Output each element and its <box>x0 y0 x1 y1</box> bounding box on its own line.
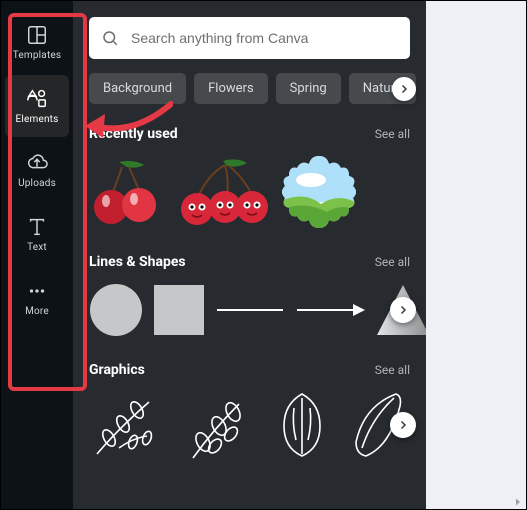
templates-icon <box>26 24 48 46</box>
graphic-leaf[interactable] <box>269 388 335 462</box>
shapes-scroll-right[interactable] <box>390 297 416 323</box>
graphics-row <box>89 388 410 462</box>
leaf-icon <box>270 388 334 462</box>
chip-background[interactable]: Background <box>89 73 186 104</box>
square-icon <box>153 284 205 336</box>
section-title: Graphics <box>89 362 145 378</box>
rail-item-uploads[interactable]: Uploads <box>5 139 69 201</box>
graphic-branch-2[interactable] <box>179 388 259 462</box>
elements-icon <box>26 88 48 110</box>
left-rail: Templates Elements Uploads Text More <box>1 1 73 509</box>
graphic-branch-1[interactable] <box>89 388 169 462</box>
shape-circle[interactable] <box>89 280 143 340</box>
rail-item-elements[interactable]: Elements <box>5 75 69 137</box>
line-icon <box>215 300 285 320</box>
rail-item-text[interactable]: Text <box>5 203 69 265</box>
rail-item-more[interactable]: More <box>5 267 69 329</box>
text-icon <box>26 216 48 238</box>
cherries-faces-icon <box>177 157 269 227</box>
element-cherries-pair[interactable] <box>89 157 167 227</box>
branch-icon <box>89 388 169 462</box>
uploads-icon <box>26 152 48 174</box>
shape-arrow-line[interactable] <box>295 280 365 340</box>
see-all-graphics[interactable]: See all <box>375 363 410 377</box>
see-all-shapes[interactable]: See all <box>375 255 410 269</box>
chip-flowers[interactable]: Flowers <box>194 73 268 104</box>
arrow-line-icon <box>295 300 365 320</box>
rail-label: Text <box>27 242 47 253</box>
section-graphics: Graphics See all <box>89 362 410 462</box>
rail-label: Elements <box>15 114 58 125</box>
shapes-row <box>89 280 410 340</box>
chevron-right-icon <box>397 304 409 316</box>
chevron-right-icon <box>397 419 409 431</box>
search-input[interactable] <box>129 29 398 47</box>
chip-spring[interactable]: Spring <box>276 73 341 104</box>
chips-scroll-right[interactable] <box>392 77 416 101</box>
scrollbar-right-arrow-icon <box>512 496 524 508</box>
section-recently-used: Recently used See all <box>89 126 410 232</box>
elements-panel: Background Flowers Spring Nature Recentl… <box>73 1 426 509</box>
element-cherries-faces[interactable] <box>177 157 269 227</box>
chevron-right-icon <box>398 83 410 95</box>
circle-icon <box>89 283 143 337</box>
cherries-pair-icon <box>89 157 167 227</box>
horizontal-scrollbar[interactable] <box>426 495 526 509</box>
category-chips: Background Flowers Spring Nature <box>89 73 410 104</box>
section-lines-shapes: Lines & Shapes See all <box>89 254 410 340</box>
element-landscape-badge[interactable] <box>279 152 359 232</box>
branch-icon <box>179 388 259 462</box>
rail-label: Uploads <box>18 178 56 189</box>
canvas-area[interactable] <box>426 1 526 509</box>
shape-square[interactable] <box>153 280 205 340</box>
graphics-scroll-right[interactable] <box>390 412 416 438</box>
section-title: Recently used <box>89 126 178 142</box>
rail-item-templates[interactable]: Templates <box>5 11 69 73</box>
section-title: Lines & Shapes <box>89 254 186 270</box>
more-icon <box>26 280 48 302</box>
shape-line[interactable] <box>215 280 285 340</box>
recent-row <box>89 152 410 232</box>
see-all-recent[interactable]: See all <box>375 127 410 141</box>
rail-label: Templates <box>13 50 62 61</box>
search-bar[interactable] <box>89 17 410 59</box>
landscape-badge-icon <box>279 152 359 232</box>
search-icon <box>101 29 119 47</box>
rail-label: More <box>25 306 49 317</box>
